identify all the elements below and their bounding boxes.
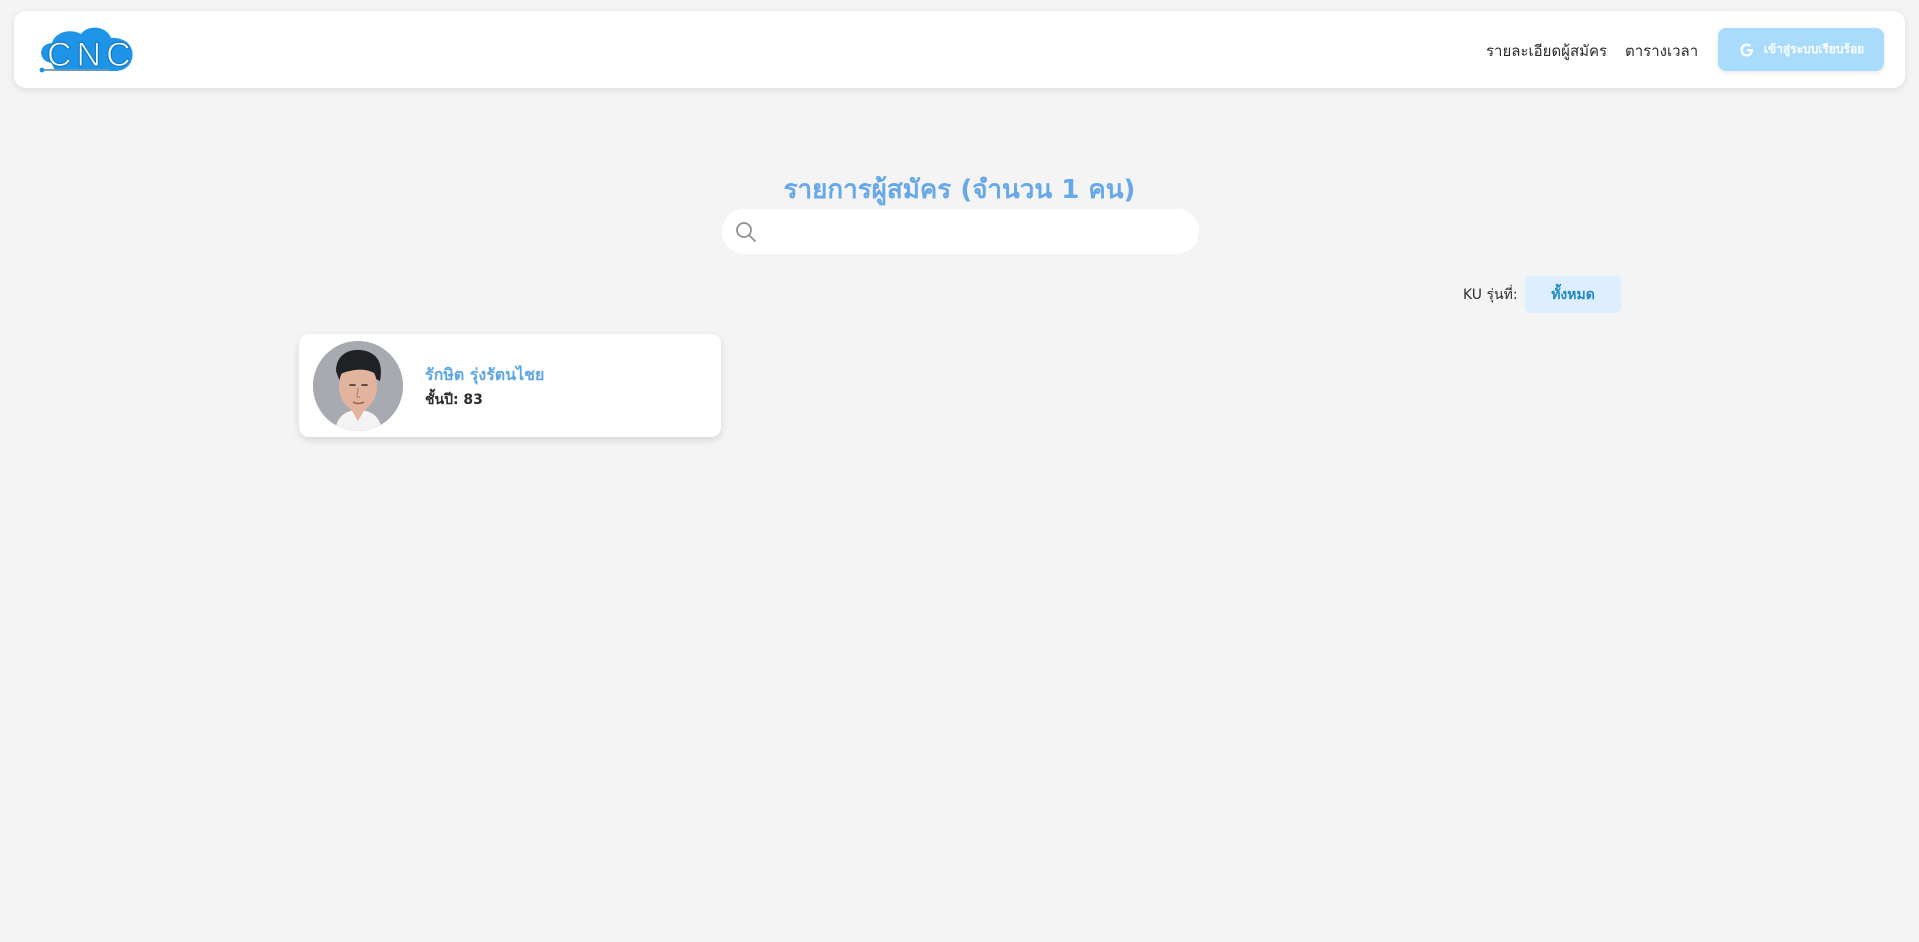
ku-filter-all-button[interactable]: ทั้งหมด [1525,276,1621,313]
avatar [313,341,403,431]
search-icon [734,220,758,244]
nav-schedule[interactable]: ตารางเวลา [1625,39,1698,63]
google-icon [1738,41,1756,59]
logo-letters: CNC [47,36,136,74]
ku-filter-label: KU รุ่นที่: [1463,287,1518,303]
page-title: รายการผู้สมัคร (จำนวน 1 คน) [783,175,1136,206]
search-input[interactable] [768,216,1178,246]
top-navigation: CNC รายละเอียดผู้สมัคร ตารางเวลา เข้าสู่… [14,11,1905,88]
cnc-logo[interactable]: CNC [35,24,139,78]
nav-applicant-details[interactable]: รายละเอียดผู้สมัคร [1486,39,1607,63]
google-login-button[interactable]: เข้าสู่ระบบเรียบร้อย [1718,28,1884,71]
applicant-name: รักษิต รุ่งรัตนไชย [425,365,545,384]
login-button-label: เข้าสู่ระบบเรียบร้อย [1763,42,1865,56]
search-box[interactable] [722,209,1199,254]
applicant-year: ชั้นปี: 83 [425,392,483,408]
applicant-card[interactable]: รักษิต รุ่งรัตนไชย ชั้นปี: 83 [299,334,721,437]
